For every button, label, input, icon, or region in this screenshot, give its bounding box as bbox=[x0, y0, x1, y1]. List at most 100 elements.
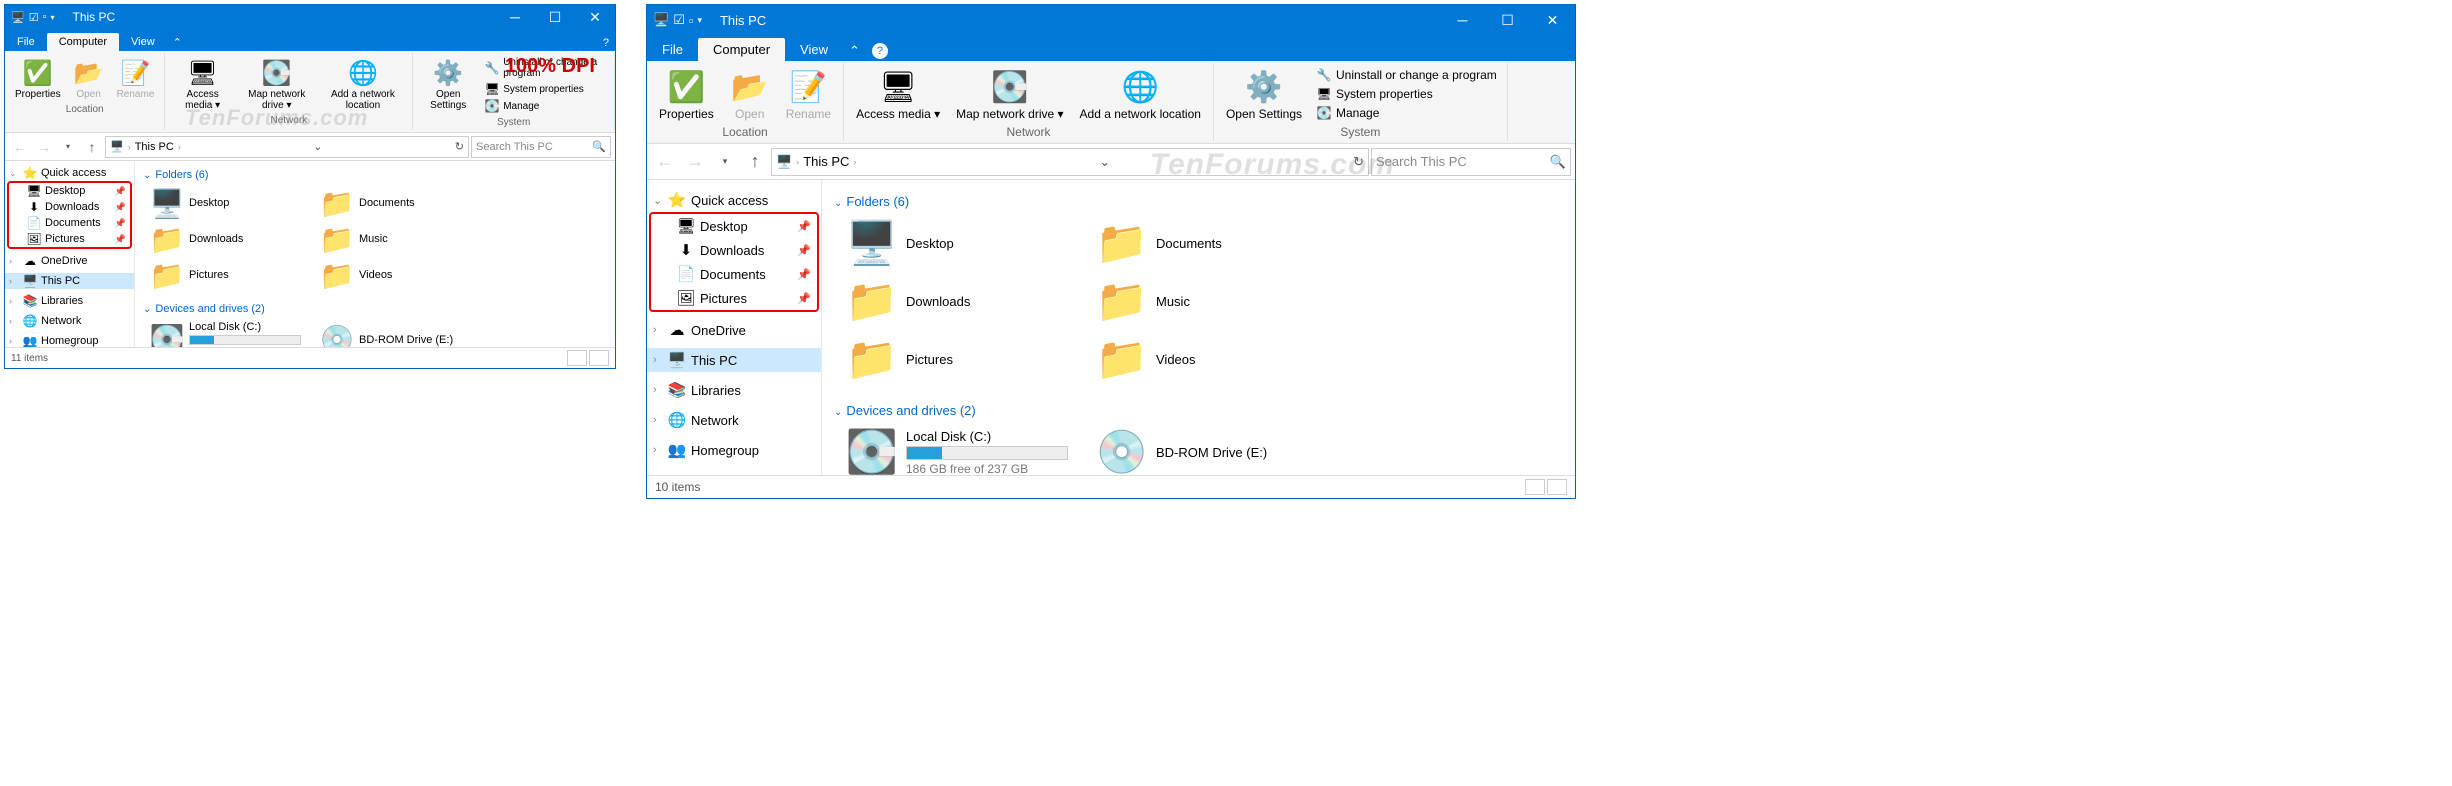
drive-bdrom-e[interactable]: 💿BD-ROM Drive (E:) bbox=[321, 321, 471, 347]
maximize-button[interactable]: ☐ bbox=[1485, 5, 1530, 35]
tab-file[interactable]: File bbox=[5, 33, 47, 51]
tree-qa-pictures[interactable]: 🖼Pictures📌 bbox=[9, 231, 130, 247]
folder-pictures[interactable]: 📁Pictures bbox=[151, 259, 301, 291]
system-properties-button[interactable]: 🖥System properties bbox=[483, 81, 606, 97]
folder-downloads[interactable]: 📁Downloads bbox=[151, 223, 301, 255]
tree-this-pc[interactable]: ›🖥️This PC bbox=[647, 348, 821, 372]
section-folders-header[interactable]: Folders (6) bbox=[834, 188, 1563, 215]
tree-qa-documents[interactable]: 📄Documents📌 bbox=[9, 215, 130, 231]
address-bar[interactable]: 🖥️ › This PC › ⌄ ↻ bbox=[105, 136, 469, 158]
qat-properties-icon[interactable]: ☑ bbox=[29, 11, 39, 24]
add-netlocation-button[interactable]: 🌐Add a network location bbox=[1072, 65, 1209, 123]
expander-icon[interactable]: › bbox=[9, 316, 19, 326]
tree-qa-documents[interactable]: 📄Documents📌 bbox=[651, 262, 817, 286]
properties-button[interactable]: ✅Properties bbox=[651, 65, 722, 123]
tab-view[interactable]: View bbox=[785, 38, 843, 61]
tree-network[interactable]: ›🌐Network bbox=[5, 313, 134, 329]
open-settings-button[interactable]: ⚙️Open Settings bbox=[417, 55, 479, 113]
tree-quick-access[interactable]: ⌄⭐Quick access bbox=[5, 165, 134, 181]
drive-local-c[interactable]: 💽Local Disk (C:)186 GB free of 237 GB bbox=[151, 321, 301, 347]
search-input[interactable]: Search This PC 🔍 bbox=[1371, 148, 1571, 176]
expander-icon[interactable]: › bbox=[9, 296, 19, 306]
manage-button[interactable]: 💽Manage bbox=[483, 98, 606, 114]
crumb-sep-icon[interactable]: › bbox=[853, 157, 856, 167]
drive-local-c[interactable]: 💽Local Disk (C:)186 GB free of 237 GB bbox=[848, 428, 1068, 475]
ribbon-collapse-icon[interactable]: ⌃ bbox=[167, 34, 188, 51]
tab-computer[interactable]: Computer bbox=[698, 38, 785, 61]
open-button[interactable]: 📂Open bbox=[722, 65, 778, 123]
add-netlocation-button[interactable]: 🌐Add a network location bbox=[318, 55, 409, 113]
drive-bdrom-e[interactable]: 💿BD-ROM Drive (E:) bbox=[1098, 428, 1318, 475]
qat-newfolder-icon[interactable]: ▫ bbox=[43, 11, 47, 23]
expander-icon[interactable]: › bbox=[653, 324, 663, 336]
recent-dropdown[interactable]: ▾ bbox=[57, 136, 79, 158]
tree-libraries[interactable]: ›📚Libraries bbox=[647, 378, 821, 402]
recent-dropdown[interactable]: ▾ bbox=[711, 148, 739, 176]
properties-button[interactable]: ✅Properties bbox=[9, 55, 67, 102]
help-icon[interactable]: ? bbox=[872, 43, 888, 59]
addr-dropdown-icon[interactable]: ⌄ bbox=[1099, 154, 1110, 170]
minimize-button[interactable]: ─ bbox=[1440, 5, 1485, 35]
refresh-icon[interactable]: ↻ bbox=[1353, 154, 1364, 170]
forward-button[interactable]: → bbox=[681, 148, 709, 176]
folder-documents[interactable]: 📁Documents bbox=[1098, 219, 1318, 267]
folder-downloads[interactable]: 📁Downloads bbox=[848, 277, 1068, 325]
breadcrumb-thispc[interactable]: This PC bbox=[135, 141, 174, 153]
crumb-sep-icon[interactable]: › bbox=[128, 142, 131, 152]
ribbon-collapse-icon[interactable]: ⌃ bbox=[843, 41, 866, 61]
up-button[interactable]: ↑ bbox=[81, 136, 103, 158]
uninstall-program-button[interactable]: 🔧Uninstall or change a program bbox=[1314, 66, 1499, 84]
tree-onedrive[interactable]: ›☁OneDrive bbox=[647, 318, 821, 342]
rename-button[interactable]: 📝Rename bbox=[778, 65, 839, 123]
expander-icon[interactable]: › bbox=[653, 384, 663, 396]
up-button[interactable]: ↑ bbox=[741, 148, 769, 176]
expander-icon[interactable]: › bbox=[9, 276, 19, 286]
close-button[interactable]: ✕ bbox=[575, 5, 615, 29]
folder-videos[interactable]: 📁Videos bbox=[1098, 335, 1318, 383]
qat-dropdown-icon[interactable]: ▾ bbox=[697, 15, 702, 26]
tree-qa-desktop[interactable]: 🖥Desktop📌 bbox=[651, 214, 817, 238]
close-button[interactable]: ✕ bbox=[1530, 5, 1575, 35]
tree-libraries[interactable]: ›📚Libraries bbox=[5, 293, 134, 309]
crumb-sep-icon[interactable]: › bbox=[796, 157, 799, 167]
manage-button[interactable]: 💽Manage bbox=[1314, 104, 1499, 122]
refresh-icon[interactable]: ↻ bbox=[455, 140, 464, 153]
search-input[interactable]: Search This PC 🔍 bbox=[471, 136, 611, 158]
qat-dropdown-icon[interactable]: ▾ bbox=[50, 13, 54, 22]
tree-network[interactable]: ›🌐Network bbox=[647, 408, 821, 432]
folder-music[interactable]: 📁Music bbox=[1098, 277, 1318, 325]
address-bar[interactable]: 🖥️ › This PC › ⌄ ↻ bbox=[771, 148, 1369, 176]
tab-file[interactable]: File bbox=[647, 38, 698, 61]
back-button[interactable]: ← bbox=[651, 148, 679, 176]
tiles-view-button[interactable] bbox=[589, 350, 609, 366]
folder-desktop[interactable]: 🖥️Desktop bbox=[151, 187, 301, 219]
tree-qa-downloads[interactable]: ⬇Downloads📌 bbox=[651, 238, 817, 262]
section-folders-header[interactable]: Folders (6) bbox=[143, 165, 607, 185]
tree-homegroup[interactable]: ›👥Homegroup bbox=[647, 438, 821, 462]
tab-computer[interactable]: Computer bbox=[47, 33, 119, 51]
folder-pictures[interactable]: 📁Pictures bbox=[848, 335, 1068, 383]
help-icon[interactable]: ? bbox=[597, 35, 615, 51]
expander-icon[interactable]: › bbox=[653, 354, 663, 366]
folder-videos[interactable]: 📁Videos bbox=[321, 259, 471, 291]
folder-music[interactable]: 📁Music bbox=[321, 223, 471, 255]
expander-icon[interactable]: › bbox=[653, 414, 663, 426]
expander-icon[interactable]: › bbox=[9, 256, 19, 266]
tree-qa-desktop[interactable]: 🖥Desktop📌 bbox=[9, 183, 130, 199]
folder-desktop[interactable]: 🖥️Desktop bbox=[848, 219, 1068, 267]
map-drive-button[interactable]: 💽Map network drive ▾ bbox=[236, 55, 318, 113]
expander-icon[interactable]: ⌄ bbox=[9, 168, 19, 179]
tree-qa-downloads[interactable]: ⬇Downloads📌 bbox=[9, 199, 130, 215]
folder-documents[interactable]: 📁Documents bbox=[321, 187, 471, 219]
minimize-button[interactable]: ─ bbox=[495, 5, 535, 29]
tree-homegroup[interactable]: ›👥Homegroup bbox=[5, 333, 134, 347]
access-media-button[interactable]: 🖥Access media ▾ bbox=[848, 65, 948, 123]
tree-this-pc[interactable]: ›🖥️This PC bbox=[5, 273, 134, 289]
crumb-sep-icon[interactable]: › bbox=[178, 142, 181, 152]
tree-onedrive[interactable]: ›☁OneDrive bbox=[5, 253, 134, 269]
system-properties-button[interactable]: 🖥System properties bbox=[1314, 85, 1499, 103]
tree-qa-pictures[interactable]: 🖼Pictures📌 bbox=[651, 286, 817, 310]
open-settings-button[interactable]: ⚙️Open Settings bbox=[1218, 65, 1310, 123]
open-button[interactable]: 📂Open bbox=[67, 55, 111, 102]
qat-newfolder-icon[interactable]: ▫ bbox=[689, 13, 694, 28]
